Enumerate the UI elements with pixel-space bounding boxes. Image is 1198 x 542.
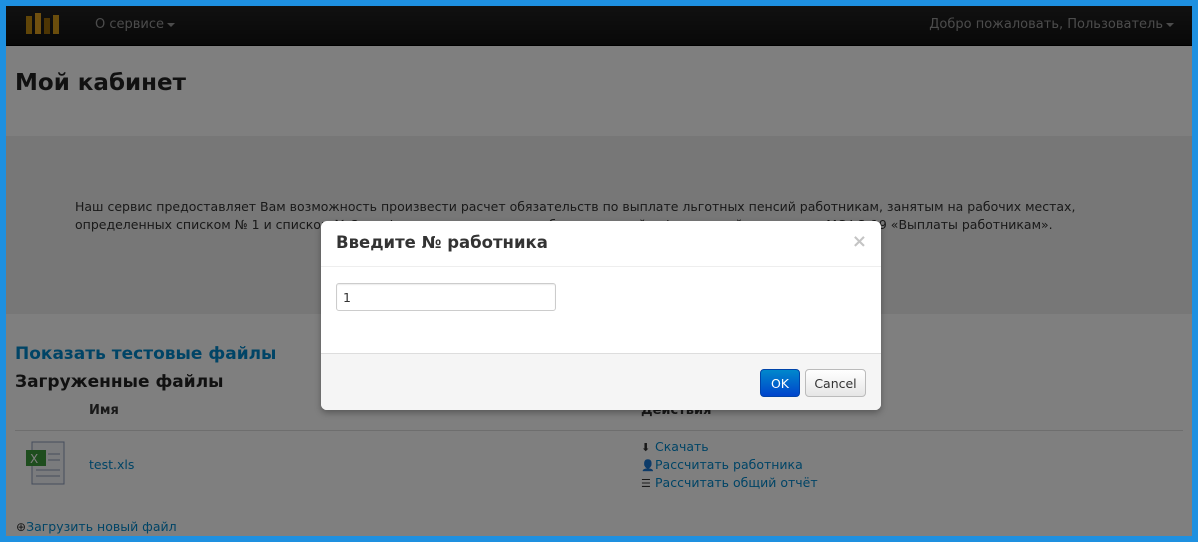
dialog-header: Введите № работника × (321, 221, 881, 267)
close-icon[interactable]: × (852, 231, 867, 252)
worker-number-dialog: Введите № работника × OK Cancel (321, 221, 881, 410)
cancel-button[interactable]: Cancel (805, 369, 866, 397)
browser-frame: О сервисе Добро пожаловать, Пользователь… (6, 6, 1192, 536)
dialog-footer: OK Cancel (321, 353, 881, 410)
ok-button[interactable]: OK (760, 369, 800, 397)
dialog-title: Введите № работника (336, 233, 548, 252)
worker-number-input[interactable] (336, 283, 556, 311)
dialog-body (321, 267, 881, 353)
